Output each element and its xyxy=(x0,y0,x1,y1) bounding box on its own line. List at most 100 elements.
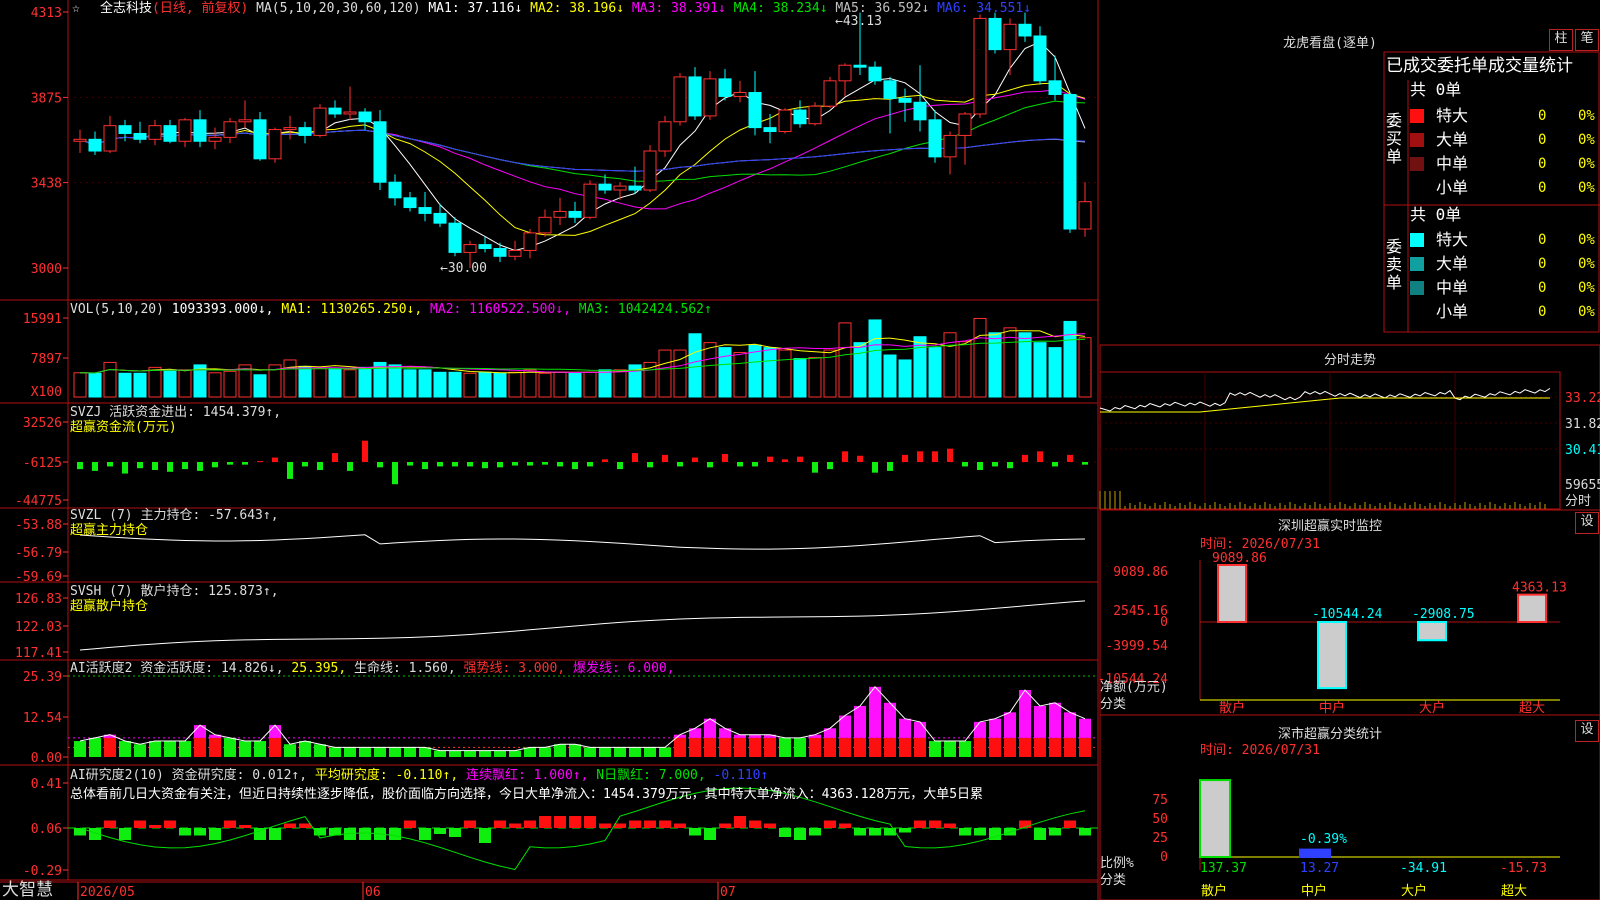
ai-active-top-61 xyxy=(989,718,1001,738)
vol-bar-9 xyxy=(208,372,222,398)
tab-pen-button[interactable]: 笔 xyxy=(1575,29,1599,51)
period-mode: (日线, 前复权) xyxy=(152,1,249,16)
ai-research-axis-tick-0: 0.41 xyxy=(31,777,62,792)
ai-research-bar-40 xyxy=(674,823,686,828)
ai-active-base-49 xyxy=(809,737,821,757)
vol-bar-34 xyxy=(583,371,597,398)
svzj-bar-54 xyxy=(887,462,893,471)
candle-body-8 xyxy=(193,119,207,142)
candle-body-32 xyxy=(553,210,567,218)
vol-bar-6 xyxy=(163,369,177,398)
vol-bar-21 xyxy=(388,364,402,398)
candle-body-42 xyxy=(703,78,717,117)
ai-active-top-67 xyxy=(1079,718,1091,738)
ai-active-top-64 xyxy=(1034,705,1046,738)
ai-research-bar-15 xyxy=(299,823,311,828)
candle-body-6 xyxy=(163,125,177,142)
vol-bar-49 xyxy=(808,356,822,398)
ma-legend: MA1: 37.116↓ MA2: 38.196↓ MA3: 38.391↓ M… xyxy=(428,1,1031,16)
ai-active-base-22 xyxy=(404,747,416,757)
candle-body-22 xyxy=(403,197,417,209)
svsh-header: SVSH (7) 散户持仓: 125.873↑, xyxy=(70,584,279,599)
candle-body-36 xyxy=(613,185,627,191)
sz-class-cat-3: 超大 xyxy=(1501,884,1527,899)
sell-row-swatch-1 xyxy=(1410,257,1424,271)
svzj-bar-55 xyxy=(902,454,908,462)
sz-class-axis-1: 50 xyxy=(1152,812,1168,827)
candle-body-23 xyxy=(418,207,432,214)
ai-research-bar-7 xyxy=(179,828,191,836)
ai-active-top-8 xyxy=(194,725,206,738)
ai-research-bar-11 xyxy=(239,825,251,828)
candle-body-43 xyxy=(718,78,732,97)
ma-params: MA(5,10,20,30,60,120) xyxy=(256,1,421,16)
vol-bar-32 xyxy=(553,371,567,398)
sz-monitor-axis-2: 0 xyxy=(1160,615,1168,630)
ai-research-bar-27 xyxy=(479,828,491,843)
ai-active-base-19 xyxy=(359,747,371,757)
ai-research-bar-31 xyxy=(539,816,551,828)
svzl-axis-tick-1: -56.79 xyxy=(15,546,62,561)
ai-research-comment: 总体看前几日大资金有关注，但近日持续性逐步降低，股价面临方向选择，今日大单净流入… xyxy=(70,787,984,802)
sell-row-pct-1: 0% xyxy=(1578,256,1595,272)
ai-active-base-25 xyxy=(449,750,461,757)
svzj-bar-30 xyxy=(527,462,533,466)
ai-active-base-28 xyxy=(494,750,506,757)
ai-research-bar-39 xyxy=(659,820,671,828)
vol-bar-2 xyxy=(103,361,117,398)
sz-class-settings-button[interactable]: 设 xyxy=(1575,720,1599,742)
candle-body-38 xyxy=(643,150,657,191)
candle-body-9 xyxy=(208,136,222,142)
intraday-axis-low: 30.41 xyxy=(1565,443,1600,458)
candle-body-47 xyxy=(778,109,792,133)
price-axis-tick-1: 3875 xyxy=(31,91,62,106)
ai-active-base-32 xyxy=(554,744,566,757)
ai-active-base-5 xyxy=(149,741,161,757)
sell-row-pct-3: 0% xyxy=(1578,304,1595,320)
ai-active-base-39 xyxy=(659,747,671,757)
candle-body-56 xyxy=(913,101,927,121)
tab-bar-button[interactable]: 柱 xyxy=(1549,29,1573,51)
ai-research-bar-29 xyxy=(509,823,521,828)
sell-group-label: 委卖单 xyxy=(1386,237,1403,292)
svzl-axis-tick-0: -53.88 xyxy=(15,518,62,533)
sz-monitor-settings-button[interactable]: 设 xyxy=(1575,512,1599,534)
sz-monitor-cat-0: 散户 xyxy=(1219,700,1245,716)
ai-research-bar-56 xyxy=(914,820,926,828)
svzj-bar-47 xyxy=(782,459,788,462)
intraday-frame xyxy=(1099,344,1600,511)
candle-body-44 xyxy=(733,92,747,97)
ai-active-top-60 xyxy=(974,721,986,738)
svzj-bar-6 xyxy=(167,462,173,472)
buy-row-name-3: 小单 xyxy=(1436,178,1469,197)
vol-bar-33 xyxy=(568,372,582,398)
candle-body-41 xyxy=(688,76,702,117)
svzj-bar-37 xyxy=(632,453,638,462)
svzj-bar-12 xyxy=(257,461,263,463)
ai-active-base-11 xyxy=(239,741,251,757)
price-axis-tick-3: 3000 xyxy=(31,262,62,277)
svzj-bar-49 xyxy=(812,462,818,473)
ai-active-base-63 xyxy=(1019,737,1031,757)
ai-research-bar-43 xyxy=(719,823,731,828)
svzj-bar-11 xyxy=(242,462,248,465)
star-icon[interactable]: ☆ xyxy=(72,1,80,16)
vol-bar-42 xyxy=(703,342,717,398)
ma-legend-item-2: MA3: 38.391↓ xyxy=(631,1,734,16)
ai-active-top-54 xyxy=(884,702,896,738)
svzj-bar-18 xyxy=(347,462,353,471)
candle-body-63 xyxy=(1018,23,1032,37)
ai-active-header: AI活跃度2 资金活跃度: 14.826↓, 25.395, 生命线: 1.56… xyxy=(70,661,675,676)
ai-active-base-29 xyxy=(509,750,521,757)
ai-active-base-65 xyxy=(1049,737,1061,757)
ai-research-item-2: 连续飘红: 1.000↑, xyxy=(465,768,597,783)
ai-active-top-62 xyxy=(1004,712,1016,738)
ai-active-top-53 xyxy=(869,686,881,738)
ai-active-base-46 xyxy=(764,737,776,757)
ai-research-bar-60 xyxy=(974,828,986,836)
candle-body-18 xyxy=(343,111,357,115)
ai-active-base-21 xyxy=(389,747,401,757)
ai-research-bar-59 xyxy=(959,828,971,836)
candle-body-0 xyxy=(73,138,87,142)
ma-legend-item-3: MA4: 38.234↓ xyxy=(733,1,836,16)
